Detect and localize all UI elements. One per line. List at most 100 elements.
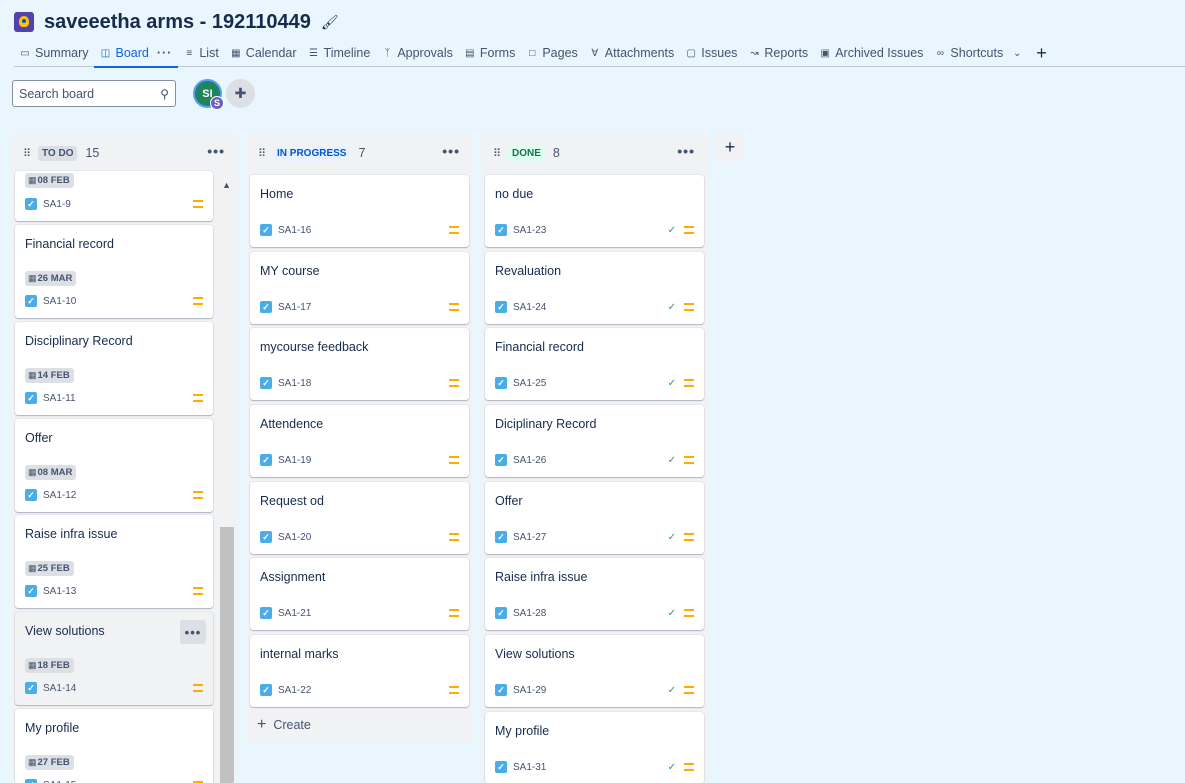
issue-key[interactable]: SA1-26 (513, 455, 546, 466)
issue-card[interactable]: Raise infra issue ✓ SA1-28 ✓ (485, 558, 704, 630)
pages-icon: □ (529, 47, 536, 59)
issue-card[interactable]: Assignment ✓ SA1-21 (250, 558, 469, 630)
tab-pages[interactable]: □ Pages (521, 40, 583, 67)
tab-timeline[interactable]: ☰ Timeline (303, 40, 377, 67)
issue-card[interactable]: no due ✓ SA1-23 ✓ (485, 175, 704, 247)
issue-key[interactable]: SA1-20 (278, 532, 311, 543)
issue-key[interactable]: SA1-14 (43, 683, 76, 694)
project-avatar-icon[interactable] (14, 12, 34, 32)
add-people-icon[interactable]: ✚ (226, 79, 255, 108)
task-icon: ✓ (260, 301, 272, 313)
task-icon: ✓ (25, 295, 37, 307)
status-badge: TO DO (38, 145, 78, 161)
issue-card[interactable]: Home ✓ SA1-16 (250, 175, 469, 247)
issue-key[interactable]: SA1-10 (43, 296, 76, 307)
task-icon: ✓ (25, 585, 37, 597)
create-label: Create (273, 718, 311, 732)
more-icon[interactable]: ••• (442, 143, 460, 159)
issue-key[interactable]: SA1-16 (278, 225, 311, 236)
more-icon[interactable]: ••• (677, 143, 695, 159)
issue-card[interactable]: Attendence ✓ SA1-19 (250, 405, 469, 477)
tab-label: Issues (701, 46, 738, 60)
issue-card[interactable]: Financial record ▦ 26 MAR ✓ SA1-10 (15, 225, 213, 318)
search-input[interactable] (19, 86, 149, 101)
issue-card[interactable]: Raise infra issue ▦ 25 FEB ✓ SA1-13 (15, 515, 213, 608)
done-check-icon: ✓ (667, 454, 676, 466)
priority-medium-icon (449, 303, 459, 311)
issue-key[interactable]: SA1-23 (513, 225, 546, 236)
issue-card[interactable]: mycourse feedback ✓ SA1-18 (250, 328, 469, 400)
tab-issues[interactable]: ▢ Issues (680, 40, 743, 67)
done-check-icon: ✓ (667, 531, 676, 543)
scrollbar-thumb[interactable] (220, 527, 234, 783)
tab-archived-issues[interactable]: ▣ Archived Issues (814, 40, 929, 67)
drag-handle-icon[interactable]: ⠿ (493, 147, 503, 160)
more-icon[interactable]: ••• (207, 143, 225, 159)
task-icon: ✓ (495, 531, 507, 543)
issue-card[interactable]: My profile ✓ SA1-31 ✓ (485, 712, 704, 783)
issue-card[interactable]: MY course ✓ SA1-17 (250, 252, 469, 324)
drag-handle-icon[interactable]: ⠿ (23, 147, 33, 160)
tab-summary[interactable]: ▭ Summary (14, 40, 94, 67)
create-issue-button[interactable]: + Create (257, 716, 311, 734)
issue-card[interactable]: Disciplinary Record ▦ 14 FEB ✓ SA1-11 (15, 322, 213, 415)
card-footer: ✓ SA1-14 (25, 681, 203, 695)
tab-board[interactable]: ◫ Board ··· (94, 40, 179, 68)
issue-card[interactable]: Offer ✓ SA1-27 ✓ (485, 482, 704, 554)
card-footer: ✓ SA1-26 ✓ (495, 453, 694, 467)
tab-approvals[interactable]: ᛉ Approvals (376, 40, 459, 67)
card-footer: ✓ SA1-17 (260, 300, 459, 314)
paint-bucket-icon[interactable]: 🖌 (321, 14, 339, 31)
done-check-icon: ✓ (667, 684, 676, 696)
issue-key[interactable]: SA1-22 (278, 685, 311, 696)
issue-card[interactable]: Financial record ✓ SA1-25 ✓ (485, 328, 704, 400)
issue-key[interactable]: SA1-12 (43, 490, 76, 501)
done-check-icon: ✓ (667, 301, 676, 313)
done-check-icon: ✓ (667, 224, 676, 236)
tab-forms[interactable]: ▤ Forms (459, 40, 521, 67)
tab-more-icon[interactable]: ··· (157, 46, 173, 60)
issue-card[interactable]: Diciplinary Record ✓ SA1-26 ✓ (485, 405, 704, 477)
issue-key[interactable]: SA1-17 (278, 302, 311, 313)
card-footer: ✓ SA1-24 ✓ (495, 300, 694, 314)
issue-key[interactable]: SA1-28 (513, 608, 546, 619)
issue-key[interactable]: SA1-15 (43, 780, 76, 783)
issue-key[interactable]: SA1-29 (513, 685, 546, 696)
issue-card[interactable]: View solutions ✓ SA1-29 ✓ (485, 635, 704, 707)
card-more-icon[interactable]: ••• (180, 620, 206, 644)
tab-attachments[interactable]: ∀ Attachments (584, 40, 680, 67)
tab-shortcuts[interactable]: ∞ Shortcuts ⌄ (929, 40, 1028, 67)
calendar-icon: ▦ (28, 273, 37, 283)
search-board[interactable]: ⚲ (12, 80, 176, 107)
tab-calendar[interactable]: ▦ Calendar (225, 40, 303, 67)
issue-card[interactable]: View solutions ••• ▦ 18 FEB ✓ SA1-14 (15, 612, 213, 705)
drag-handle-icon[interactable]: ⠿ (258, 147, 268, 160)
issue-card[interactable]: Revaluation ✓ SA1-24 ✓ (485, 252, 704, 324)
card-footer: ✓ SA1-31 ✓ (495, 760, 694, 774)
issue-card[interactable]: ▦ 08 FEB ✓ SA1-9 (15, 171, 213, 221)
tab-list[interactable]: ≡ List (178, 40, 224, 67)
issue-key[interactable]: SA1-18 (278, 378, 311, 389)
issue-card[interactable]: My profile ▦27 FEB ✓ SA1-15 (15, 709, 213, 783)
add-tab-button[interactable]: + (1028, 43, 1055, 64)
issue-key[interactable]: SA1-21 (278, 608, 311, 619)
issue-key[interactable]: SA1-25 (513, 378, 546, 389)
issue-card[interactable]: Request od ✓ SA1-20 (250, 482, 469, 554)
issue-key[interactable]: SA1-13 (43, 586, 76, 597)
priority-medium-icon (684, 763, 694, 771)
issue-card[interactable]: Offer ▦ 08 MAR ✓ SA1-12 (15, 419, 213, 512)
issue-summary: no due (495, 187, 534, 201)
add-column-button[interactable]: + (716, 133, 744, 161)
project-title: saveeetha arms - 192110449 (44, 10, 311, 33)
priority-medium-icon (449, 456, 459, 464)
issue-key[interactable]: SA1-11 (43, 393, 76, 404)
card-footer: ✓ SA1-15 (25, 778, 203, 783)
issue-card[interactable]: internal marks ✓ SA1-22 (250, 635, 469, 707)
issue-key[interactable]: SA1-24 (513, 302, 546, 313)
scroll-up-arrow-icon[interactable]: ▲ (222, 180, 231, 190)
tab-reports[interactable]: ↝ Reports (743, 40, 814, 67)
issue-key[interactable]: SA1-19 (278, 455, 311, 466)
issue-key[interactable]: SA1-31 (513, 762, 546, 773)
issue-key[interactable]: SA1-9 (43, 199, 71, 210)
issue-key[interactable]: SA1-27 (513, 532, 546, 543)
